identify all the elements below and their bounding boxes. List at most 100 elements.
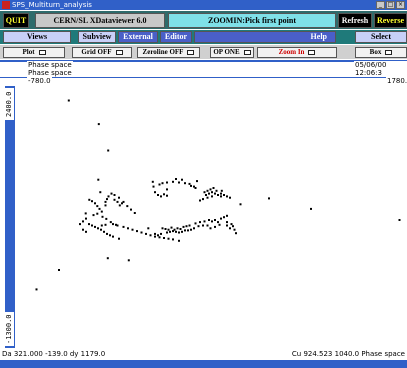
data-point [217, 194, 219, 196]
data-point [167, 237, 170, 240]
data-point [131, 228, 134, 231]
data-point [91, 224, 93, 227]
data-point [158, 183, 161, 186]
data-point [100, 228, 102, 231]
data-point [106, 198, 108, 201]
data-point [166, 194, 168, 197]
data-point [113, 194, 116, 196]
data-point [203, 191, 206, 194]
data-point [99, 191, 102, 194]
data-point [164, 228, 167, 230]
data-point [190, 228, 192, 231]
data-point [160, 195, 162, 198]
data-point [133, 212, 136, 214]
data-point [220, 189, 223, 192]
data-point [151, 180, 154, 183]
data-point [118, 237, 120, 240]
data-point [113, 198, 116, 201]
data-point [217, 221, 219, 224]
data-point [268, 197, 270, 200]
data-point [220, 192, 222, 195]
data-point [176, 227, 179, 230]
data-point [160, 232, 162, 235]
data-point [199, 199, 201, 202]
data-point [166, 231, 168, 234]
data-point [181, 178, 183, 181]
data-point [190, 184, 192, 187]
data-point [140, 231, 143, 234]
data-point [163, 193, 165, 196]
data-point [205, 194, 207, 196]
data-point [310, 207, 312, 210]
data-point [100, 210, 103, 213]
data-point [178, 181, 180, 184]
data-point [79, 223, 81, 226]
data-point [122, 225, 125, 228]
data-point [197, 225, 200, 228]
data-point [104, 200, 107, 203]
data-point [179, 228, 182, 230]
data-point [67, 99, 70, 102]
data-point [199, 221, 201, 224]
data-point [127, 259, 130, 262]
data-point [35, 288, 38, 291]
data-point [194, 222, 197, 225]
data-point [116, 200, 119, 203]
data-point [185, 225, 188, 228]
data-point [105, 217, 108, 220]
data-point [184, 182, 186, 185]
data-point [147, 227, 150, 230]
data-point [94, 202, 96, 205]
data-point [118, 196, 120, 199]
scatter-plot[interactable] [0, 0, 407, 368]
data-point [166, 181, 168, 184]
data-point [121, 202, 123, 205]
data-point [109, 234, 111, 237]
data-point [169, 230, 171, 233]
data-point [226, 195, 228, 198]
data-point [208, 192, 210, 195]
data-point [232, 225, 234, 228]
data-point [178, 231, 180, 234]
data-point [226, 221, 228, 224]
data-point [167, 228, 170, 231]
data-point [161, 182, 164, 185]
data-point [170, 226, 173, 229]
data-point [398, 219, 401, 221]
data-point [88, 198, 91, 201]
data-point [58, 269, 60, 271]
data-point [233, 228, 236, 231]
data-point [96, 205, 99, 208]
status-right: Cu 924.523 1040.0 Phase space [291, 350, 405, 358]
data-point [126, 205, 129, 208]
data-point [223, 216, 225, 219]
data-point [212, 187, 215, 189]
data-point [116, 224, 119, 227]
data-point [193, 227, 195, 230]
data-point [220, 217, 222, 220]
data-point [226, 214, 228, 217]
data-point [214, 219, 216, 221]
data-point [107, 195, 110, 198]
data-point [184, 229, 186, 232]
data-point [145, 232, 147, 235]
data-point [229, 227, 231, 230]
data-point [211, 195, 213, 198]
data-point [163, 237, 165, 239]
data-point [157, 234, 159, 237]
data-point [85, 230, 87, 233]
data-point [187, 229, 189, 232]
data-point [91, 200, 93, 203]
data-point [130, 208, 132, 211]
data-point [188, 182, 191, 185]
data-point [82, 220, 84, 223]
data-point [166, 188, 168, 191]
data-point [96, 212, 99, 215]
data-point [230, 223, 233, 226]
data-point [206, 196, 209, 199]
data-point [206, 189, 209, 192]
data-point [172, 230, 174, 233]
data-point [172, 180, 174, 183]
data-point [158, 236, 161, 239]
data-point [235, 232, 237, 235]
